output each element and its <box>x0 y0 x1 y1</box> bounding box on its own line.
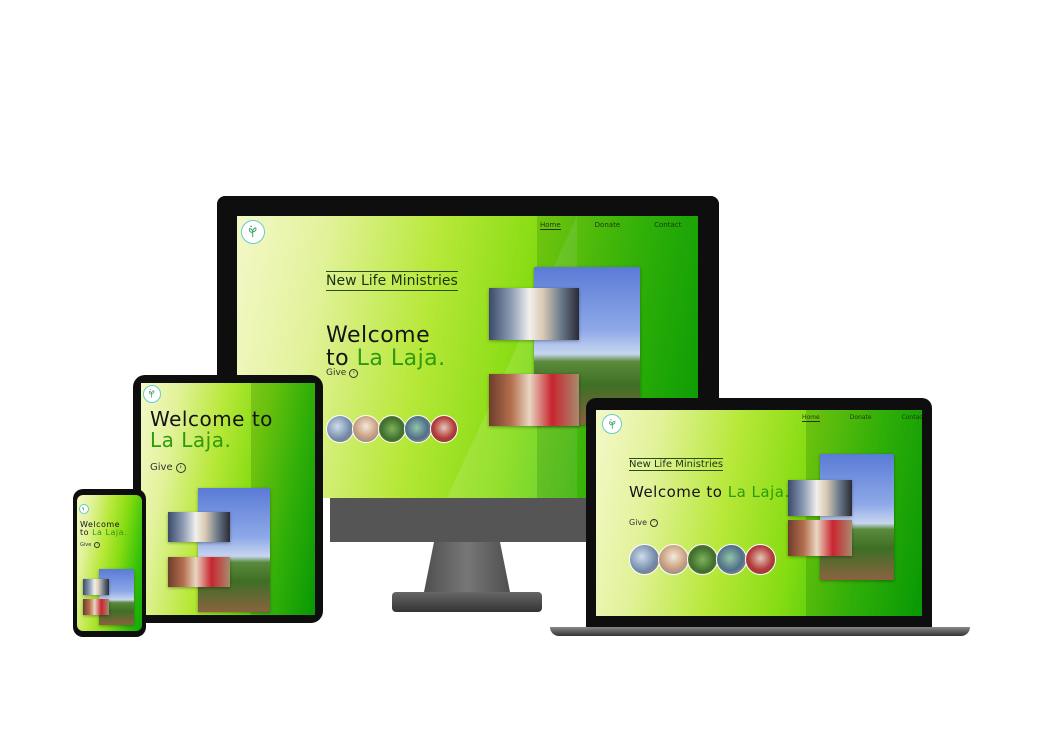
monitor-stand <box>423 542 511 597</box>
welcome-to: to <box>80 528 90 538</box>
gallery-circle[interactable] <box>658 544 689 575</box>
monitor-base <box>392 592 542 612</box>
photo-kids <box>168 557 230 587</box>
give-label: Give <box>150 462 173 473</box>
photo-kids <box>489 374 579 426</box>
photo-hug <box>788 480 852 516</box>
laptop-base <box>550 627 970 636</box>
welcome-place: La Laja. <box>356 346 446 372</box>
brand-title: New Life Ministries <box>326 271 458 291</box>
sprout-logo-icon[interactable] <box>241 220 265 244</box>
tablet-screen: Welcome to La Laja. Give › <box>141 383 315 615</box>
give-link[interactable]: Give › <box>629 518 659 527</box>
sprout-logo-icon[interactable] <box>79 504 89 514</box>
welcome-heading: Welcome to La Laja. <box>80 520 127 538</box>
photo-landscape <box>99 569 134 625</box>
circle-gallery <box>326 415 458 443</box>
gallery-circle[interactable] <box>745 544 776 575</box>
gallery-circle[interactable] <box>430 415 458 443</box>
photo-hug <box>83 579 109 595</box>
circle-arrow-icon: › <box>175 462 186 473</box>
photo-hug <box>168 512 230 542</box>
give-link[interactable]: Give › <box>326 368 359 378</box>
photo-landscape <box>820 454 894 580</box>
give-label: Give <box>629 518 648 527</box>
photo-kids <box>83 599 109 615</box>
sprout-logo-icon[interactable] <box>143 385 161 403</box>
brand-title: New Life Ministries <box>629 458 724 471</box>
welcome-line-1: Welcome to La Laja. <box>629 483 790 501</box>
nav-contact[interactable]: Contact <box>654 221 681 230</box>
monitor-chin <box>330 498 590 542</box>
gallery-circle[interactable] <box>687 544 718 575</box>
phone-screen: Welcome to La Laja. Give › <box>77 495 142 631</box>
top-nav: Home Donate Contact <box>802 414 922 422</box>
welcome-line-1: Welcome <box>326 323 431 348</box>
welcome-heading: Welcome to La Laja. <box>326 324 446 370</box>
circle-arrow-icon: › <box>349 368 359 378</box>
nav-donate[interactable]: Donate <box>595 221 620 230</box>
welcome-place: La Laja. <box>150 428 232 452</box>
welcome-line-2: to La Laja. <box>80 529 127 537</box>
gallery-circle[interactable] <box>378 415 406 443</box>
circle-arrow-icon: › <box>94 542 101 548</box>
tablet: Welcome to La Laja. Give › <box>133 375 323 623</box>
gallery-circle[interactable] <box>629 544 660 575</box>
welcome-to-inline: Welcome to <box>629 483 723 501</box>
phone: Welcome to La Laja. Give › <box>73 489 146 637</box>
nav-home[interactable]: Home <box>802 414 820 422</box>
photo-kids <box>788 520 852 556</box>
laptop: Home Donate Contact New Life Ministries … <box>586 398 932 628</box>
circle-gallery <box>629 544 776 575</box>
top-nav: Home Donate Contact <box>540 221 681 230</box>
gallery-circle[interactable] <box>716 544 747 575</box>
welcome-heading: Welcome to La Laja. <box>150 409 273 451</box>
circle-arrow-icon: › <box>650 518 659 527</box>
gallery-circle[interactable] <box>404 415 432 443</box>
give-label: Give <box>80 542 92 548</box>
nav-home[interactable]: Home <box>540 221 561 230</box>
welcome-place: La Laja. <box>727 483 790 501</box>
gallery-circle[interactable] <box>326 415 354 443</box>
photo-hug <box>489 288 579 340</box>
give-link[interactable]: Give › <box>80 542 101 548</box>
welcome-line-2: to La Laja. <box>326 347 446 370</box>
welcome-heading: Welcome to La Laja. <box>629 483 790 501</box>
gallery-circle[interactable] <box>352 415 380 443</box>
laptop-screen: Home Donate Contact New Life Ministries … <box>596 410 922 616</box>
nav-contact[interactable]: Contact <box>902 414 922 422</box>
give-link[interactable]: Give › <box>150 462 186 473</box>
sprout-logo-icon[interactable] <box>602 414 622 434</box>
give-label: Give <box>326 368 347 378</box>
welcome-line-1: Welcome to <box>150 407 273 431</box>
photo-landscape <box>198 488 270 612</box>
nav-donate[interactable]: Donate <box>850 414 872 422</box>
welcome-place: La Laja. <box>92 528 128 538</box>
